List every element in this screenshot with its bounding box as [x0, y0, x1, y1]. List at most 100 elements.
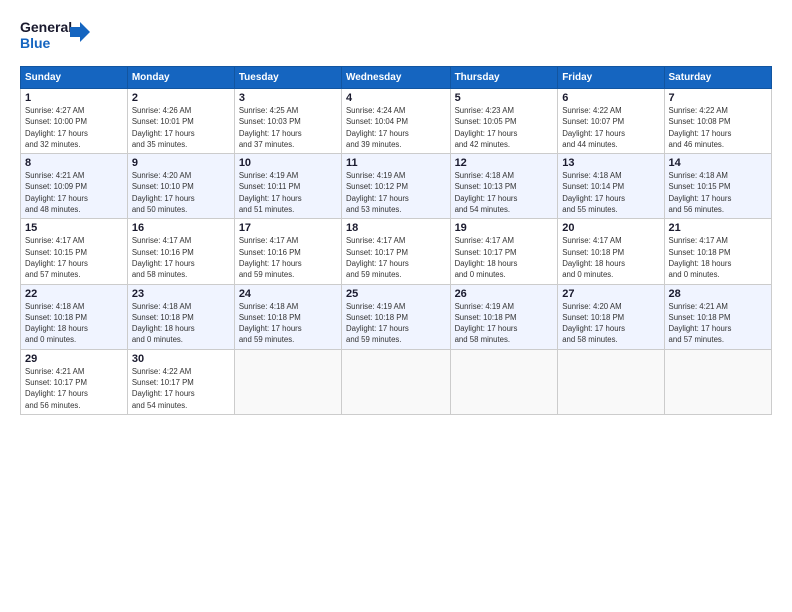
- calendar-cell: 4Sunrise: 4:24 AMSunset: 10:04 PMDayligh…: [341, 89, 450, 154]
- day-info: Sunrise: 4:17 AMSunset: 10:17 PMDaylight…: [455, 235, 554, 280]
- day-number: 7: [669, 92, 767, 104]
- day-number: 25: [346, 288, 446, 300]
- calendar-week-row: 22Sunrise: 4:18 AMSunset: 10:18 PMDaylig…: [21, 284, 772, 349]
- day-number: 16: [132, 222, 230, 234]
- calendar-cell: 30Sunrise: 4:22 AMSunset: 10:17 PMDaylig…: [127, 349, 234, 414]
- day-info: Sunrise: 4:23 AMSunset: 10:05 PMDaylight…: [455, 105, 554, 150]
- calendar-header-row: SundayMondayTuesdayWednesdayThursdayFrid…: [21, 67, 772, 89]
- svg-text:General: General: [20, 19, 72, 35]
- day-info: Sunrise: 4:19 AMSunset: 10:18 PMDaylight…: [346, 301, 446, 346]
- day-header-tuesday: Tuesday: [234, 67, 341, 89]
- day-info: Sunrise: 4:18 AMSunset: 10:18 PMDaylight…: [132, 301, 230, 346]
- day-info: Sunrise: 4:18 AMSunset: 10:13 PMDaylight…: [455, 170, 554, 215]
- calendar-cell: 21Sunrise: 4:17 AMSunset: 10:18 PMDaylig…: [664, 219, 771, 284]
- calendar-cell: 7Sunrise: 4:22 AMSunset: 10:08 PMDayligh…: [664, 89, 771, 154]
- day-info: Sunrise: 4:24 AMSunset: 10:04 PMDaylight…: [346, 105, 446, 150]
- calendar-week-row: 1Sunrise: 4:27 AMSunset: 10:00 PMDayligh…: [21, 89, 772, 154]
- day-info: Sunrise: 4:19 AMSunset: 10:12 PMDaylight…: [346, 170, 446, 215]
- day-number: 13: [562, 157, 659, 169]
- day-info: Sunrise: 4:27 AMSunset: 10:00 PMDaylight…: [25, 105, 123, 150]
- logo-svg: General Blue: [20, 18, 90, 56]
- calendar-cell: 28Sunrise: 4:21 AMSunset: 10:18 PMDaylig…: [664, 284, 771, 349]
- day-info: Sunrise: 4:20 AMSunset: 10:18 PMDaylight…: [562, 301, 659, 346]
- day-info: Sunrise: 4:18 AMSunset: 10:18 PMDaylight…: [239, 301, 337, 346]
- calendar-cell: 17Sunrise: 4:17 AMSunset: 10:16 PMDaylig…: [234, 219, 341, 284]
- day-number: 4: [346, 92, 446, 104]
- day-info: Sunrise: 4:18 AMSunset: 10:15 PMDaylight…: [669, 170, 767, 215]
- day-number: 24: [239, 288, 337, 300]
- day-number: 18: [346, 222, 446, 234]
- calendar-cell: 22Sunrise: 4:18 AMSunset: 10:18 PMDaylig…: [21, 284, 128, 349]
- day-number: 2: [132, 92, 230, 104]
- day-number: 23: [132, 288, 230, 300]
- calendar-cell: 25Sunrise: 4:19 AMSunset: 10:18 PMDaylig…: [341, 284, 450, 349]
- day-number: 17: [239, 222, 337, 234]
- day-info: Sunrise: 4:22 AMSunset: 10:07 PMDaylight…: [562, 105, 659, 150]
- calendar-cell: 19Sunrise: 4:17 AMSunset: 10:17 PMDaylig…: [450, 219, 558, 284]
- calendar-cell: 27Sunrise: 4:20 AMSunset: 10:18 PMDaylig…: [558, 284, 664, 349]
- day-info: Sunrise: 4:18 AMSunset: 10:14 PMDaylight…: [562, 170, 659, 215]
- day-number: 1: [25, 92, 123, 104]
- calendar-week-row: 15Sunrise: 4:17 AMSunset: 10:15 PMDaylig…: [21, 219, 772, 284]
- day-info: Sunrise: 4:21 AMSunset: 10:09 PMDaylight…: [25, 170, 123, 215]
- day-number: 22: [25, 288, 123, 300]
- calendar-cell: 26Sunrise: 4:19 AMSunset: 10:18 PMDaylig…: [450, 284, 558, 349]
- calendar-cell: 16Sunrise: 4:17 AMSunset: 10:16 PMDaylig…: [127, 219, 234, 284]
- calendar-cell: 11Sunrise: 4:19 AMSunset: 10:12 PMDaylig…: [341, 154, 450, 219]
- calendar-cell: 23Sunrise: 4:18 AMSunset: 10:18 PMDaylig…: [127, 284, 234, 349]
- day-number: 12: [455, 157, 554, 169]
- day-number: 15: [25, 222, 123, 234]
- day-number: 8: [25, 157, 123, 169]
- calendar-week-row: 8Sunrise: 4:21 AMSunset: 10:09 PMDayligh…: [21, 154, 772, 219]
- day-info: Sunrise: 4:17 AMSunset: 10:18 PMDaylight…: [562, 235, 659, 280]
- day-number: 9: [132, 157, 230, 169]
- calendar-cell: [664, 349, 771, 414]
- calendar-cell: 6Sunrise: 4:22 AMSunset: 10:07 PMDayligh…: [558, 89, 664, 154]
- day-info: Sunrise: 4:20 AMSunset: 10:10 PMDaylight…: [132, 170, 230, 215]
- day-info: Sunrise: 4:22 AMSunset: 10:08 PMDaylight…: [669, 105, 767, 150]
- calendar-cell: 24Sunrise: 4:18 AMSunset: 10:18 PMDaylig…: [234, 284, 341, 349]
- day-number: 20: [562, 222, 659, 234]
- day-number: 14: [669, 157, 767, 169]
- day-info: Sunrise: 4:21 AMSunset: 10:18 PMDaylight…: [669, 301, 767, 346]
- day-number: 6: [562, 92, 659, 104]
- day-info: Sunrise: 4:17 AMSunset: 10:16 PMDaylight…: [132, 235, 230, 280]
- day-number: 29: [25, 353, 123, 365]
- page-header: General Blue: [20, 18, 772, 56]
- calendar-cell: 2Sunrise: 4:26 AMSunset: 10:01 PMDayligh…: [127, 89, 234, 154]
- day-info: Sunrise: 4:25 AMSunset: 10:03 PMDaylight…: [239, 105, 337, 150]
- calendar-cell: 5Sunrise: 4:23 AMSunset: 10:05 PMDayligh…: [450, 89, 558, 154]
- calendar-cell: [558, 349, 664, 414]
- calendar-cell: 9Sunrise: 4:20 AMSunset: 10:10 PMDayligh…: [127, 154, 234, 219]
- calendar-cell: [234, 349, 341, 414]
- logo: General Blue: [20, 18, 90, 56]
- day-number: 30: [132, 353, 230, 365]
- calendar-cell: 20Sunrise: 4:17 AMSunset: 10:18 PMDaylig…: [558, 219, 664, 284]
- calendar-cell: [341, 349, 450, 414]
- day-number: 26: [455, 288, 554, 300]
- day-number: 10: [239, 157, 337, 169]
- day-info: Sunrise: 4:22 AMSunset: 10:17 PMDaylight…: [132, 366, 230, 411]
- calendar-cell: 18Sunrise: 4:17 AMSunset: 10:17 PMDaylig…: [341, 219, 450, 284]
- day-info: Sunrise: 4:17 AMSunset: 10:17 PMDaylight…: [346, 235, 446, 280]
- day-info: Sunrise: 4:17 AMSunset: 10:15 PMDaylight…: [25, 235, 123, 280]
- day-header-wednesday: Wednesday: [341, 67, 450, 89]
- day-info: Sunrise: 4:17 AMSunset: 10:18 PMDaylight…: [669, 235, 767, 280]
- day-number: 3: [239, 92, 337, 104]
- calendar-cell: 13Sunrise: 4:18 AMSunset: 10:14 PMDaylig…: [558, 154, 664, 219]
- day-header-thursday: Thursday: [450, 67, 558, 89]
- day-info: Sunrise: 4:19 AMSunset: 10:11 PMDaylight…: [239, 170, 337, 215]
- day-info: Sunrise: 4:17 AMSunset: 10:16 PMDaylight…: [239, 235, 337, 280]
- day-number: 5: [455, 92, 554, 104]
- calendar-cell: [450, 349, 558, 414]
- day-number: 19: [455, 222, 554, 234]
- day-info: Sunrise: 4:19 AMSunset: 10:18 PMDaylight…: [455, 301, 554, 346]
- calendar-cell: 15Sunrise: 4:17 AMSunset: 10:15 PMDaylig…: [21, 219, 128, 284]
- calendar-cell: 14Sunrise: 4:18 AMSunset: 10:15 PMDaylig…: [664, 154, 771, 219]
- day-header-friday: Friday: [558, 67, 664, 89]
- day-info: Sunrise: 4:18 AMSunset: 10:18 PMDaylight…: [25, 301, 123, 346]
- day-number: 27: [562, 288, 659, 300]
- day-info: Sunrise: 4:21 AMSunset: 10:17 PMDaylight…: [25, 366, 123, 411]
- day-number: 21: [669, 222, 767, 234]
- calendar-cell: 12Sunrise: 4:18 AMSunset: 10:13 PMDaylig…: [450, 154, 558, 219]
